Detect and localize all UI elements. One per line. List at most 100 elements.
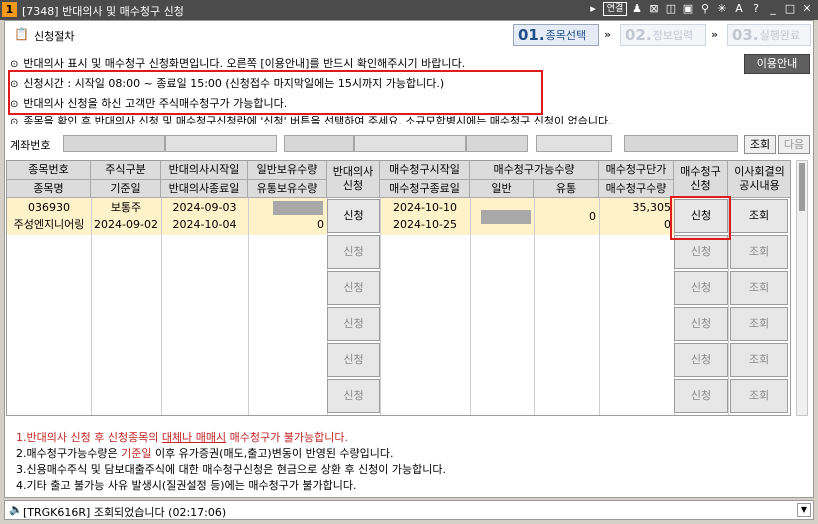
query-button[interactable]: 조회 xyxy=(744,135,776,154)
col-header-avail-float: 유통 xyxy=(534,180,599,198)
col-header-purchase-apply: 매수청구 신청 xyxy=(674,161,728,198)
col-header-avail-qty: 매수청구가능수량 xyxy=(470,161,599,180)
col-header-float-qty: 유통보유수량 xyxy=(248,180,327,198)
note-1: 1.반대의사 신청 후 신청종목의 대체나 매매시 매수청구가 불가능합니다. xyxy=(16,431,348,444)
dissent-apply-button[interactable]: 신청 xyxy=(327,379,380,413)
col-header-board: 이사회결의 공시내용 xyxy=(728,161,790,198)
dissent-apply-button[interactable]: 신청 xyxy=(327,307,380,341)
notes-section: 1.반대의사 신청 후 신청종목의 대체나 매매시 매수청구가 불가능합니다. … xyxy=(16,430,446,494)
account-extra-field-2 xyxy=(624,135,738,152)
dissent-apply-button[interactable]: 신청 xyxy=(327,235,380,269)
guide-button[interactable]: 이용안내 xyxy=(744,54,810,74)
col-header-purchase-start: 매수청구시작일 xyxy=(380,161,470,180)
dissent-apply-button[interactable]: 신청 xyxy=(327,343,380,377)
board-view-button[interactable]: 조회 xyxy=(730,379,788,413)
column-divider xyxy=(470,198,471,415)
cell-purchase-end: 2024-10-25 xyxy=(393,218,457,231)
col-header-dissent: 반대의사 신청 xyxy=(327,161,380,198)
cell-base-date: 2024-09-02 xyxy=(94,218,158,231)
account-extra-field xyxy=(536,135,612,152)
close-icon[interactable]: ✕ xyxy=(800,2,814,16)
clipboard-icon: 📋 xyxy=(14,27,29,41)
tool-icon[interactable]: ⚲ xyxy=(698,2,712,16)
chart-icon[interactable]: ◫ xyxy=(664,2,678,16)
dissent-apply-button[interactable]: 신청 xyxy=(327,199,380,233)
col-header-dissent-end: 반대의사종료일 xyxy=(161,180,248,198)
title-bar: 1 [7348] 반대의사 및 매수청구 신청 ▸ 연결 ♟ ⊠ ◫ ▣ ⚲ ✳… xyxy=(0,0,818,20)
purchase-apply-button[interactable]: 신청 xyxy=(674,235,728,269)
cell-price: 35,305 xyxy=(632,201,672,214)
play-icon[interactable]: ▸ xyxy=(586,2,600,16)
account-number-field-2[interactable] xyxy=(165,135,277,152)
col-header-stock-type: 주식구분 xyxy=(91,161,161,180)
col-header-dissent-start: 반대의사시작일 xyxy=(161,161,248,180)
cell-stock-type: 보통주 xyxy=(110,201,142,214)
scrollbar-thumb[interactable] xyxy=(799,163,805,211)
cell-avail-float: 0 xyxy=(589,210,596,223)
col-header-name: 종목명 xyxy=(7,180,91,198)
minimize-icon[interactable]: _ xyxy=(766,2,780,16)
status-bar: 🔈 [TRGK616R] 조회되었습니다 (02:17:06) ▼ xyxy=(4,500,814,520)
masked-general-qty xyxy=(273,201,323,215)
step-arrow-1: » xyxy=(604,28,612,41)
font-icon[interactable]: A xyxy=(732,2,746,16)
step-2-info-input: 02. 정보입력 xyxy=(620,24,706,46)
cell-name[interactable]: 주성엔지니어링 xyxy=(7,216,91,233)
col-header-code: 종목번호 xyxy=(7,161,91,180)
board-view-button[interactable]: 조회 xyxy=(730,199,788,233)
title-bar-controls: ▸ 연결 ♟ ⊠ ◫ ▣ ⚲ ✳ A ? _ □ ✕ xyxy=(586,2,814,16)
highlight-box-notices xyxy=(8,70,543,115)
dissent-apply-button[interactable]: 신청 xyxy=(327,271,380,305)
masked-avail-general xyxy=(481,210,531,224)
board-view-button[interactable]: 조회 xyxy=(730,235,788,269)
step-arrow-2: » xyxy=(711,28,719,41)
section-title: 신청절차 xyxy=(34,30,75,43)
status-message: [TRGK616R] 조회되었습니다 (02:17:06) xyxy=(23,506,227,519)
next-button[interactable]: 다음 xyxy=(778,135,810,154)
star-icon[interactable]: ✳ xyxy=(715,2,729,16)
col-header-general-qty: 일반보유수량 xyxy=(248,161,327,180)
step-3-complete: 03. 실행완료 xyxy=(727,24,811,46)
help-icon[interactable]: ? xyxy=(749,2,763,16)
pin-icon[interactable]: ♟ xyxy=(630,2,644,16)
col-header-avail-general: 일반 xyxy=(470,180,534,198)
speaker-icon: 🔈 xyxy=(9,503,23,516)
cell-dissent-end: 2024-10-04 xyxy=(172,218,237,231)
account-name-field-2 xyxy=(354,135,466,152)
board-view-button[interactable]: 조회 xyxy=(730,343,788,377)
purchase-apply-button[interactable]: 신청 xyxy=(674,307,728,341)
col-header-purchase-end: 매수청구종료일 xyxy=(380,180,470,198)
window-title: [7348] 반대의사 및 매수청구 신청 xyxy=(22,5,184,18)
highlight-box-purchase-apply xyxy=(670,196,731,240)
purchase-apply-button[interactable]: 신청 xyxy=(674,271,728,305)
note-4: 4.기타 출고 불가능 사유 발생시(질권설정 등)에는 매수청구가 불가합니다… xyxy=(16,479,357,492)
grid-scrollbar[interactable] xyxy=(796,160,808,416)
cell-price-qty: 0 xyxy=(664,218,671,231)
cell-code[interactable]: 036930 xyxy=(7,199,91,216)
col-header-base-date: 기준일 xyxy=(91,180,161,198)
purchase-apply-button[interactable]: 신청 xyxy=(674,343,728,377)
window-number-badge: 1 xyxy=(2,2,17,17)
step-1-select-stock: 01. 종목선택 xyxy=(513,24,599,46)
note-3: 3.신용매수주식 및 담보대출주식에 대한 매수청구신청은 현금으로 상환 후 … xyxy=(16,463,447,476)
col-header-price-qty: 매수청구수량 xyxy=(599,180,674,198)
password-field[interactable] xyxy=(466,135,528,152)
maximize-icon[interactable]: □ xyxy=(783,2,797,16)
notice-1: ⊙ 반대의사 표시 및 매수청구 신청화면입니다. 오른쪽 [이용안내]를 반드시… xyxy=(10,57,466,70)
account-number-field[interactable] xyxy=(63,135,165,152)
account-name-field xyxy=(284,135,354,152)
chevron-down-icon[interactable]: ▼ xyxy=(797,503,811,517)
board-view-button[interactable]: 조회 xyxy=(730,271,788,305)
restore-icon[interactable]: ⊠ xyxy=(647,2,661,16)
account-label: 계좌번호 xyxy=(10,139,51,152)
cell-dissent-start: 2024-09-03 xyxy=(172,201,237,214)
column-divider xyxy=(534,198,535,415)
document-icon[interactable]: ▣ xyxy=(681,2,695,16)
note-2: 2.매수청구가능수량은 기준일 이후 유가증권(매도,출고)변동이 반영된 수량… xyxy=(16,447,394,460)
cell-float-qty: 0 xyxy=(317,218,324,231)
link-button[interactable]: 연결 xyxy=(603,2,627,16)
cell-purchase-start: 2024-10-10 xyxy=(393,201,457,214)
purchase-apply-button[interactable]: 신청 xyxy=(674,379,728,413)
board-view-button[interactable]: 조회 xyxy=(730,307,788,341)
col-header-price: 매수청구단가 xyxy=(599,161,674,180)
